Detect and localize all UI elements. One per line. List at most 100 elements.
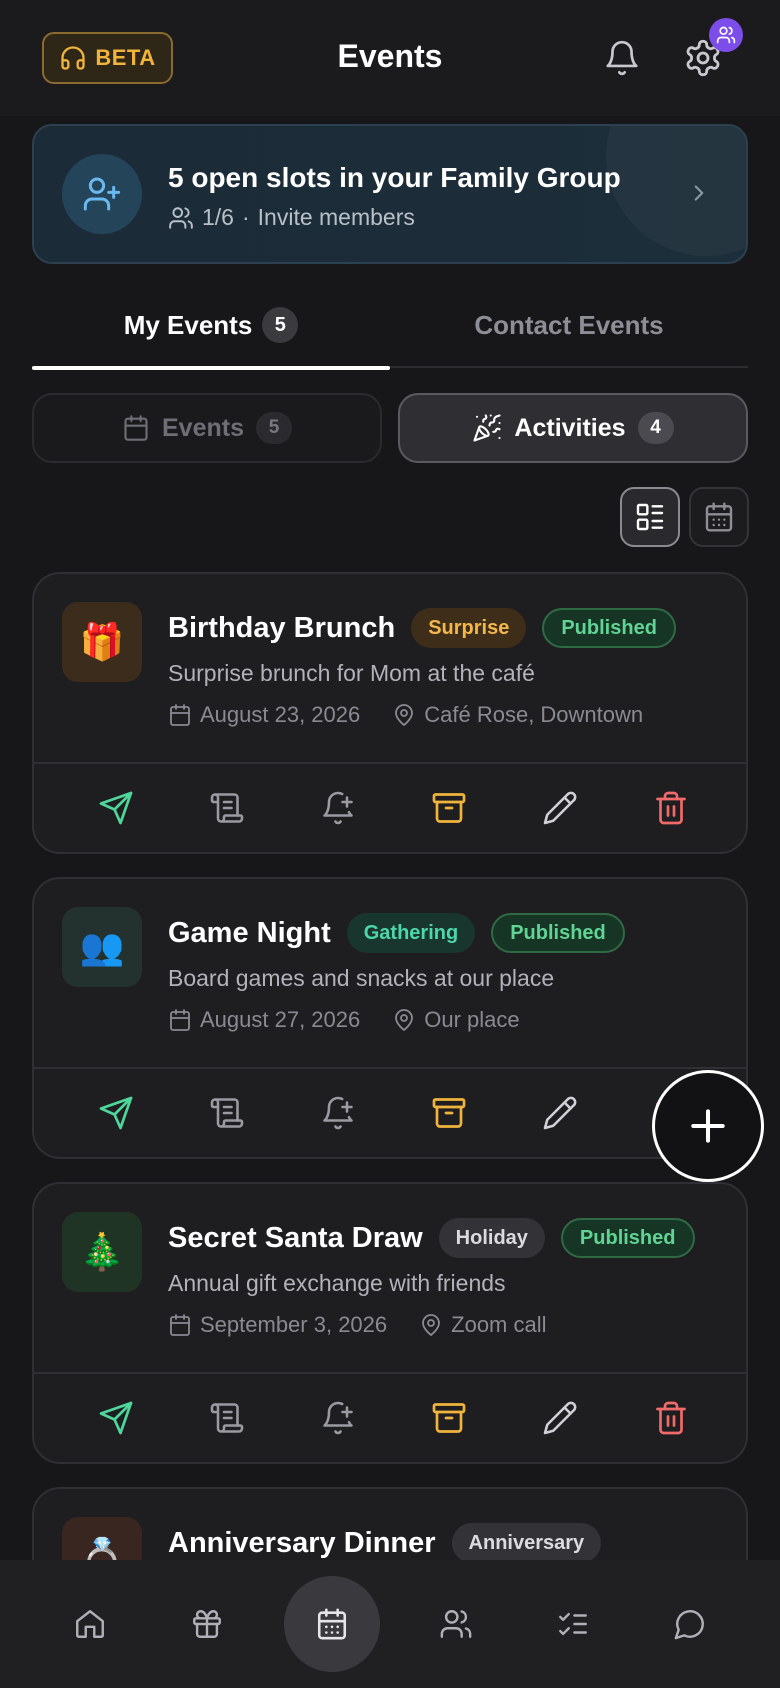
- receipt-icon[interactable]: [205, 1396, 249, 1440]
- plus-icon: [686, 1104, 730, 1148]
- archive-icon[interactable]: [427, 1091, 471, 1135]
- send-icon[interactable]: [94, 1091, 138, 1135]
- event-tabs: My Events 5 Contact Events: [32, 298, 748, 370]
- event-location: Our place: [424, 1007, 520, 1032]
- list-view-icon: [634, 501, 666, 533]
- users-icon: [439, 1607, 473, 1641]
- calendar-icon: [168, 1008, 192, 1032]
- calendar-grid-icon: [703, 501, 735, 533]
- banner-title: 5 open slots in your Family Group: [168, 162, 621, 193]
- category-badge: Holiday: [438, 1218, 545, 1258]
- calendar-icon: [168, 1313, 192, 1337]
- calendar-icon: [122, 414, 150, 442]
- nav-tasks[interactable]: [533, 1584, 613, 1664]
- tab-label: Contact Events: [474, 310, 664, 340]
- event-description: Board games and snacks at our place: [168, 965, 555, 991]
- page-title: Events: [337, 38, 443, 74]
- map-pin-icon: [392, 1008, 416, 1032]
- bell-icon[interactable]: [603, 38, 641, 78]
- card-header: Secret Santa Draw Holiday Published: [168, 1218, 695, 1258]
- list-view-button[interactable]: [620, 487, 680, 547]
- bottom-navigation: [0, 1560, 780, 1688]
- calendar-icon: [168, 703, 192, 727]
- calendar-icon: [315, 1607, 349, 1641]
- event-date: September 3, 2026: [200, 1312, 388, 1337]
- users-badge-icon: [709, 18, 743, 52]
- app-header: BETA Events: [0, 0, 780, 116]
- nav-events[interactable]: [284, 1576, 380, 1672]
- count-badge: 4: [637, 412, 674, 444]
- nav-gifts[interactable]: [167, 1584, 247, 1664]
- map-pin-icon: [419, 1313, 443, 1337]
- event-date: August 23, 2026: [200, 702, 361, 727]
- home-icon: [73, 1607, 107, 1641]
- status-badge: Published: [560, 1218, 695, 1258]
- card-actions: [34, 762, 746, 852]
- count-badge: 5: [262, 307, 299, 343]
- send-icon[interactable]: [94, 786, 138, 830]
- segment-events[interactable]: Events 5: [32, 393, 382, 463]
- banner-subtitle: 1/6 · Invite members: [168, 204, 415, 231]
- edit-icon[interactable]: [538, 1091, 582, 1135]
- event-location: Café Rose, Downtown: [424, 702, 644, 727]
- event-description: Annual gift exchange with friends: [168, 1270, 506, 1296]
- category-badge: Gathering: [346, 913, 476, 953]
- event-card[interactable]: 🎁 Birthday Brunch Surprise Published Sur…: [32, 572, 748, 854]
- family-group-banner[interactable]: 5 open slots in your Family Group 1/6 · …: [32, 124, 748, 264]
- active-tab-indicator: [32, 366, 390, 370]
- event-meta: August 23, 2026 Café Rose, Downtown: [168, 702, 643, 728]
- christmas-tree-icon: 🎄: [62, 1212, 142, 1292]
- segment-activities[interactable]: Activities 4: [398, 393, 748, 463]
- trash-icon[interactable]: [649, 786, 693, 830]
- segment-label: Activities: [514, 413, 626, 442]
- event-meta: September 3, 2026 Zoom call: [168, 1312, 547, 1338]
- bell-plus-icon[interactable]: [316, 1091, 360, 1135]
- checklist-icon: [556, 1607, 590, 1641]
- receipt-icon[interactable]: [205, 1091, 249, 1135]
- tab-my-events[interactable]: My Events 5: [32, 298, 390, 370]
- tab-label: My Events: [123, 310, 253, 340]
- event-title: Anniversary Dinner: [168, 1526, 436, 1559]
- message-circle-icon: [673, 1607, 707, 1641]
- segment-label: Events: [162, 413, 244, 442]
- count-badge: 5: [255, 412, 292, 444]
- member-count: 1/6: [202, 204, 234, 230]
- archive-icon[interactable]: [427, 1396, 471, 1440]
- status-badge: Published: [491, 913, 625, 953]
- receipt-icon[interactable]: [205, 786, 249, 830]
- event-title: Secret Santa Draw: [168, 1221, 423, 1254]
- card-actions: [34, 1067, 746, 1157]
- nav-chat[interactable]: [650, 1584, 730, 1664]
- archive-icon[interactable]: [427, 786, 471, 830]
- trash-icon[interactable]: [649, 1396, 693, 1440]
- add-event-button[interactable]: [652, 1070, 764, 1182]
- calendar-view-button[interactable]: [689, 487, 749, 547]
- nav-home[interactable]: [50, 1584, 130, 1664]
- nav-contacts[interactable]: [416, 1584, 496, 1664]
- category-badge: Surprise: [411, 608, 527, 648]
- event-card[interactable]: 🎄 Secret Santa Draw Holiday Published An…: [32, 1182, 748, 1464]
- gift-icon: [190, 1607, 224, 1641]
- user-plus-icon: [62, 154, 142, 234]
- card-actions: [34, 1372, 746, 1462]
- event-title: Game Night: [168, 916, 331, 949]
- bell-plus-icon[interactable]: [316, 1396, 360, 1440]
- send-icon[interactable]: [94, 1396, 138, 1440]
- event-card[interactable]: 👥 Game Night Gathering Published Board g…: [32, 877, 748, 1159]
- gift-icon: 🎁: [62, 602, 142, 682]
- tab-contact-events[interactable]: Contact Events: [390, 298, 748, 368]
- card-header: Anniversary Dinner Anniversary: [168, 1523, 602, 1563]
- bell-plus-icon[interactable]: [316, 786, 360, 830]
- separator: ·: [241, 204, 250, 230]
- invite-members-link[interactable]: Invite members: [258, 204, 415, 231]
- event-meta: August 27, 2026 Our place: [168, 1007, 520, 1033]
- event-location: Zoom call: [451, 1312, 547, 1337]
- card-header: Game Night Gathering Published: [168, 913, 625, 953]
- party-popper-icon: [472, 413, 502, 443]
- edit-icon[interactable]: [538, 1396, 582, 1440]
- edit-icon[interactable]: [538, 786, 582, 830]
- event-title: Birthday Brunch: [168, 611, 396, 644]
- category-badge: Anniversary: [451, 1523, 602, 1563]
- card-header: Birthday Brunch Surprise Published: [168, 608, 676, 648]
- event-description: Surprise brunch for Mom at the café: [168, 660, 535, 686]
